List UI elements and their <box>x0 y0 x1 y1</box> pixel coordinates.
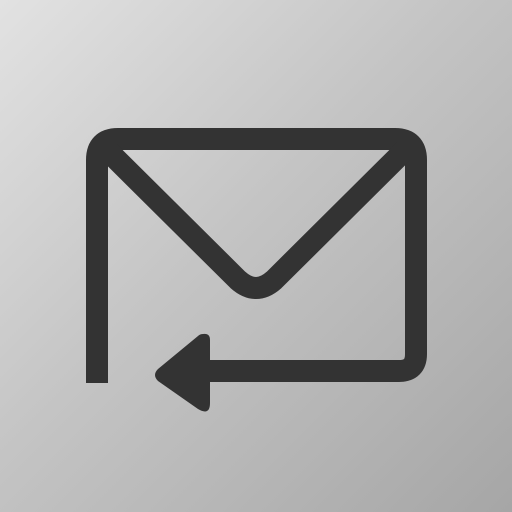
mail-reply-app-icon[interactable] <box>0 0 512 512</box>
mail-reply-icon <box>86 128 427 412</box>
envelope-flap <box>95 138 417 299</box>
reply-arrow-icon <box>155 333 210 412</box>
envelope-icon <box>86 128 427 383</box>
